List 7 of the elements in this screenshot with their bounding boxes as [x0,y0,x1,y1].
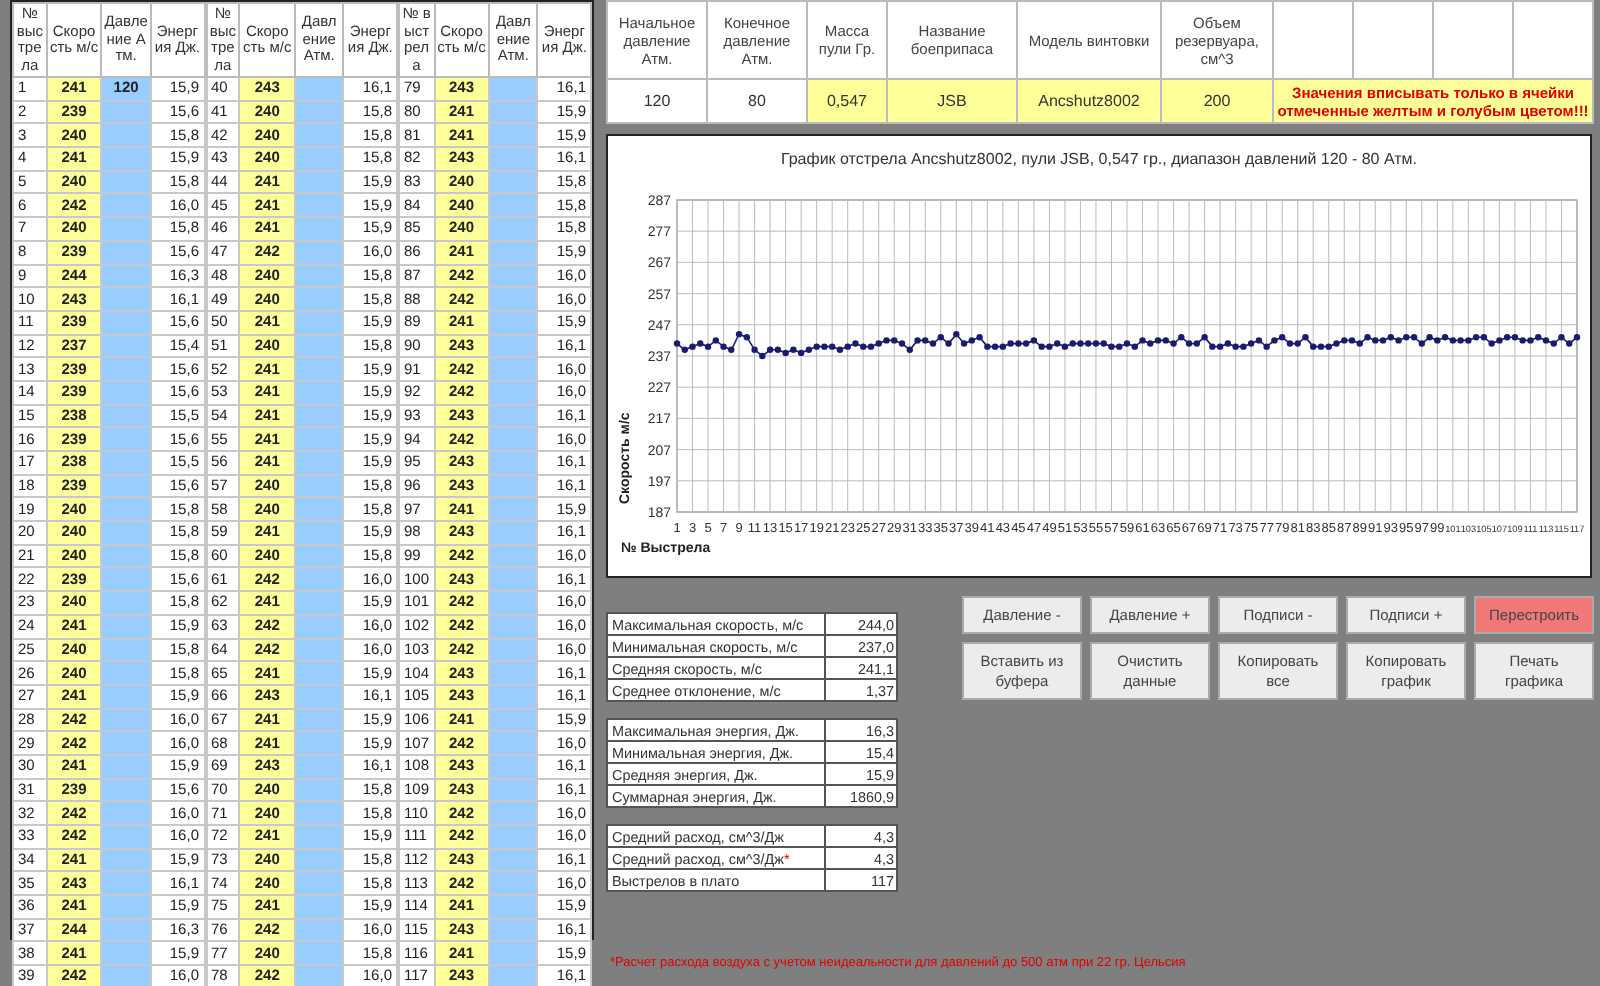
table-cell: 120 [607,79,707,123]
table-cell: 0,547 [807,79,887,123]
chart-title: График отстрела Ancshutz8002, пули JSB, 0,547 гр., диапазон давлений 120 - 80 Атм. [780,150,1418,168]
table-cell: JSB [887,79,1017,123]
table-cell: Ancshutz8002 [1017,79,1161,123]
table-cell: 200 [1161,79,1273,123]
table-cell: 80 [707,79,807,123]
